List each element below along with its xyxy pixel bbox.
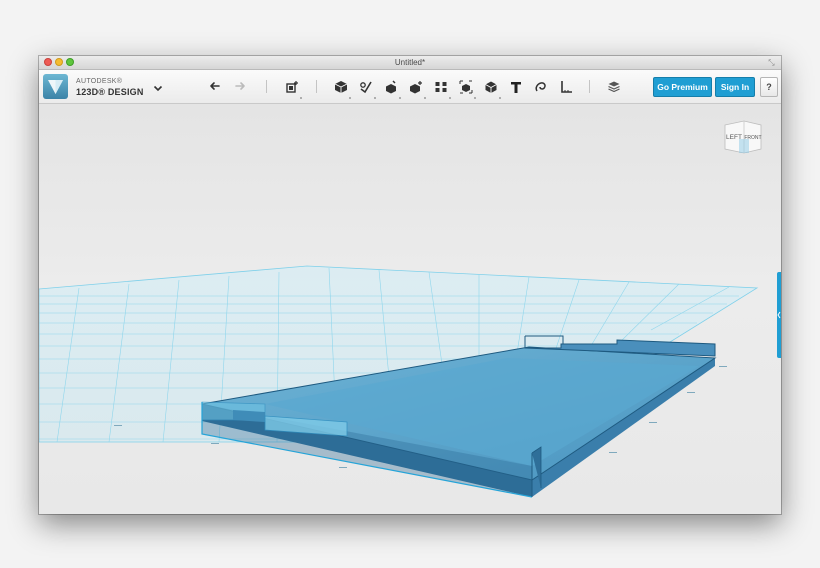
logo-icon bbox=[48, 80, 63, 94]
grid-dimension-label bbox=[649, 422, 657, 423]
brand-product: 123D® DESIGN bbox=[76, 87, 144, 97]
toolbar-divider bbox=[266, 80, 267, 93]
help-button[interactable]: ? bbox=[760, 77, 778, 97]
3d-viewport[interactable]: LEFT FRONT bbox=[39, 104, 781, 514]
grouping-tool-icon[interactable] bbox=[457, 78, 474, 95]
app-window: Untitled* ⤡ AUTODESK® 123D® DESIGN Go Pr… bbox=[39, 56, 781, 514]
tool-menu-indicator bbox=[499, 97, 501, 99]
grid-dimension-label bbox=[609, 452, 617, 453]
side-panel-toggle[interactable] bbox=[777, 272, 781, 358]
text-tool-icon[interactable] bbox=[507, 78, 524, 95]
toolbar-divider bbox=[316, 80, 317, 93]
modify-tool-icon[interactable] bbox=[407, 78, 424, 95]
grid-dimension-label bbox=[339, 467, 347, 468]
material-tool-icon[interactable] bbox=[605, 78, 622, 95]
grid-dimension-label bbox=[719, 366, 727, 367]
redo-icon[interactable] bbox=[231, 78, 248, 95]
grid-dimension-label bbox=[211, 443, 219, 444]
window-title: Untitled* bbox=[394, 58, 426, 67]
chevron-down-icon[interactable] bbox=[152, 81, 164, 93]
viewcube-front-label[interactable]: FRONT bbox=[744, 135, 761, 141]
tool-menu-indicator bbox=[300, 97, 302, 99]
measure-tool-icon[interactable] bbox=[557, 78, 574, 95]
go-premium-button[interactable]: Go Premium bbox=[653, 77, 712, 97]
sketch-tool-icon[interactable] bbox=[357, 78, 374, 95]
construct-tool-icon[interactable] bbox=[382, 78, 399, 95]
view-cube[interactable]: LEFT FRONT bbox=[722, 119, 764, 155]
title-bar: Untitled* ⤡ bbox=[39, 56, 781, 70]
pattern-tool-icon[interactable] bbox=[432, 78, 449, 95]
tool-menu-indicator bbox=[424, 97, 426, 99]
sign-in-button[interactable]: Sign In bbox=[715, 77, 755, 97]
viewcube-left-label[interactable]: LEFT bbox=[726, 134, 742, 141]
undo-icon[interactable] bbox=[206, 78, 223, 95]
tool-menu-indicator bbox=[449, 97, 451, 99]
tool-menu-indicator bbox=[374, 97, 376, 99]
grid-dimension-label bbox=[687, 392, 695, 393]
snap-tool-icon[interactable] bbox=[532, 78, 549, 95]
brand-company: AUTODESK® bbox=[76, 78, 123, 85]
tool-menu-indicator bbox=[349, 97, 351, 99]
transform-tool-icon[interactable] bbox=[283, 78, 300, 95]
app-logo bbox=[43, 74, 68, 99]
fullscreen-icon[interactable]: ⤡ bbox=[767, 58, 776, 67]
primitives-tool-icon[interactable] bbox=[332, 78, 349, 95]
combine-tool-icon[interactable] bbox=[482, 78, 499, 95]
main-toolbar: AUTODESK® 123D® DESIGN Go Premium Sign I… bbox=[39, 70, 781, 104]
3d-scene[interactable] bbox=[39, 104, 781, 514]
toolbar-divider bbox=[589, 80, 590, 93]
tool-menu-indicator bbox=[474, 97, 476, 99]
grid-dimension-label bbox=[114, 425, 122, 426]
tool-menu-indicator bbox=[399, 97, 401, 99]
